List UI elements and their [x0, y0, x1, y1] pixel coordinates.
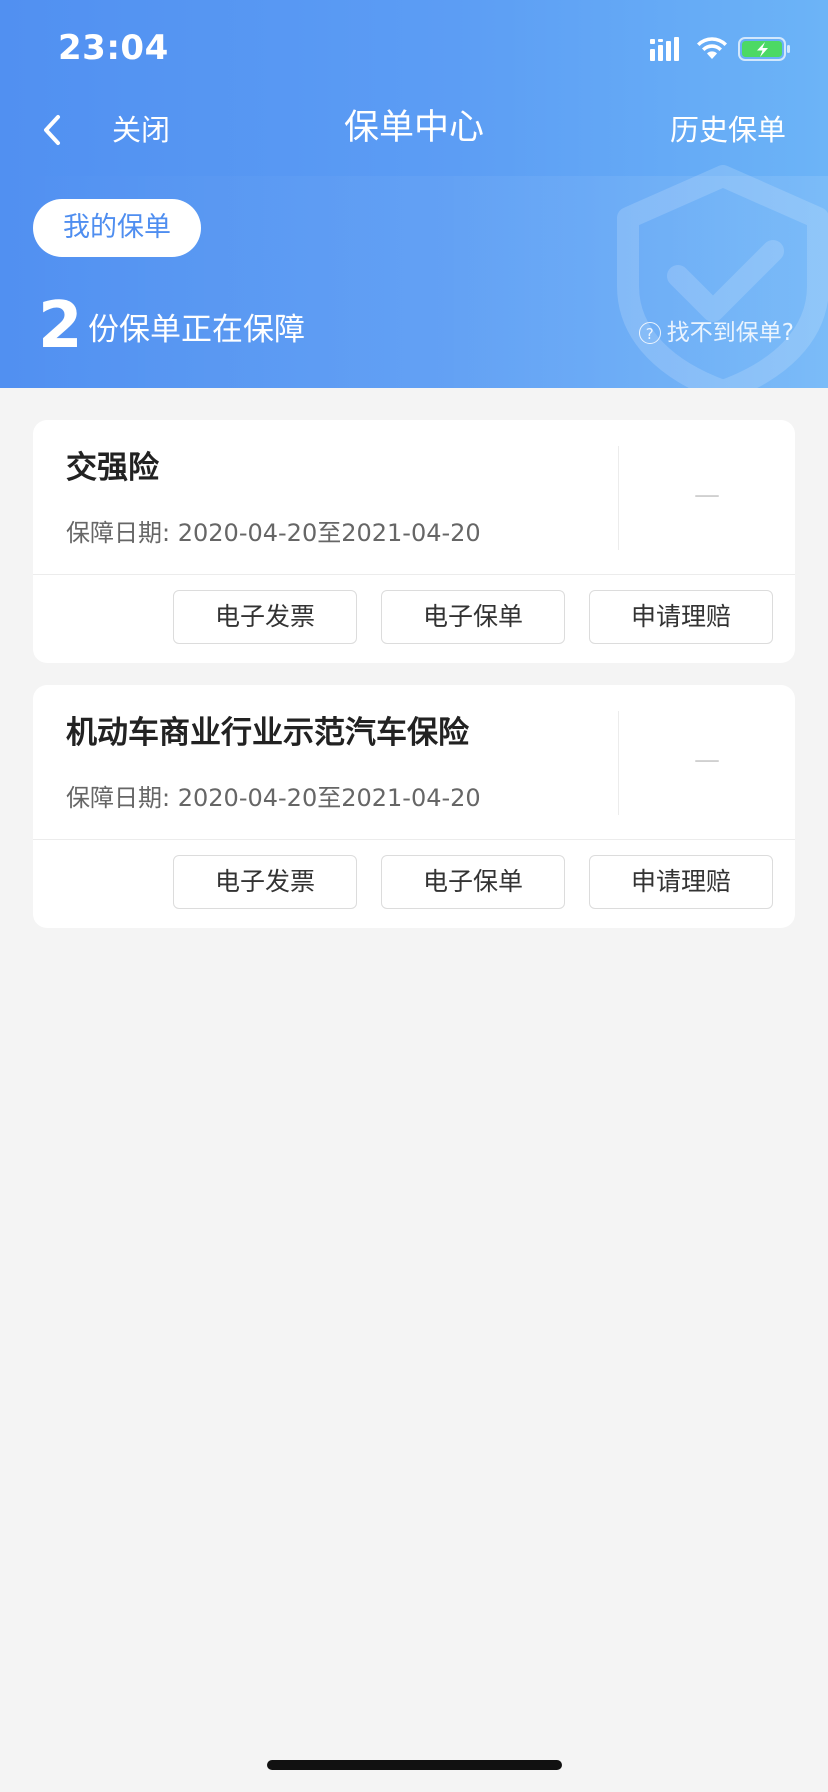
wifi-icon [697, 37, 727, 59]
policy-card[interactable]: 交强险 保障日期: 2020-04-20至2021-04-20 — 电子发票 电… [33, 420, 795, 663]
summary-panel: 我的保单 2 份保单正在保障 ? 找不到保单? [0, 165, 828, 388]
tab-my-policies[interactable]: 我的保单 [33, 199, 201, 257]
battery-charging-icon [738, 37, 790, 61]
coverage-date-range: 2020-04-20至2021-04-20 [177, 784, 481, 812]
policy-card-info: 机动车商业行业示范汽车保险 保障日期: 2020-04-20至2021-04-2… [33, 685, 795, 840]
header: 23:04 关闭 保单中心 历史保单 我的保单 2 份保单正在保障 ? 找不到保… [0, 0, 828, 388]
policy-status: — [694, 745, 720, 775]
policy-name: 交强险 [66, 450, 159, 486]
file-claim-button[interactable]: 申请理赔 [589, 855, 773, 909]
policy-actions: 电子发票 电子保单 申请理赔 [173, 590, 773, 644]
status-bar: 23:04 [0, 0, 828, 100]
question-circle-icon: ? [638, 322, 661, 344]
policy-name: 机动车商业行业示范汽车保险 [66, 715, 469, 751]
status-time: 23:04 [58, 28, 169, 68]
policy-center-page: 23:04 关闭 保单中心 历史保单 我的保单 2 份保单正在保障 ? 找不到保… [0, 0, 828, 1792]
cant-find-policy-label: 找不到保单? [666, 320, 794, 346]
home-indicator[interactable] [267, 1760, 562, 1770]
policy-status: — [694, 480, 720, 510]
policy-card-info: 交强险 保障日期: 2020-04-20至2021-04-20 — [33, 420, 795, 575]
coverage-date-prefix: 保障日期: [66, 519, 171, 547]
policy-coverage-dates: 保障日期: 2020-04-20至2021-04-20 [66, 781, 481, 815]
file-claim-button[interactable]: 申请理赔 [589, 590, 773, 644]
cant-find-policy-link[interactable]: ? 找不到保单? [638, 316, 794, 350]
e-invoice-button[interactable]: 电子发票 [173, 590, 357, 644]
policy-coverage-dates: 保障日期: 2020-04-20至2021-04-20 [66, 516, 481, 550]
shield-check-icon [617, 165, 828, 388]
signal-icon [650, 37, 679, 61]
coverage-date-range: 2020-04-20至2021-04-20 [177, 519, 481, 547]
e-policy-button[interactable]: 电子保单 [381, 855, 565, 909]
policy-actions: 电子发票 电子保单 申请理赔 [173, 855, 773, 909]
active-policy-label: 份保单正在保障 [88, 312, 305, 348]
e-policy-button[interactable]: 电子保单 [381, 590, 565, 644]
policy-card[interactable]: 机动车商业行业示范汽车保险 保障日期: 2020-04-20至2021-04-2… [33, 685, 795, 928]
e-invoice-button[interactable]: 电子发票 [173, 855, 357, 909]
status-icons [650, 34, 792, 64]
coverage-date-prefix: 保障日期: [66, 784, 171, 812]
history-policies-button[interactable]: 历史保单 [670, 108, 786, 152]
active-policy-count: 2 [38, 289, 83, 363]
